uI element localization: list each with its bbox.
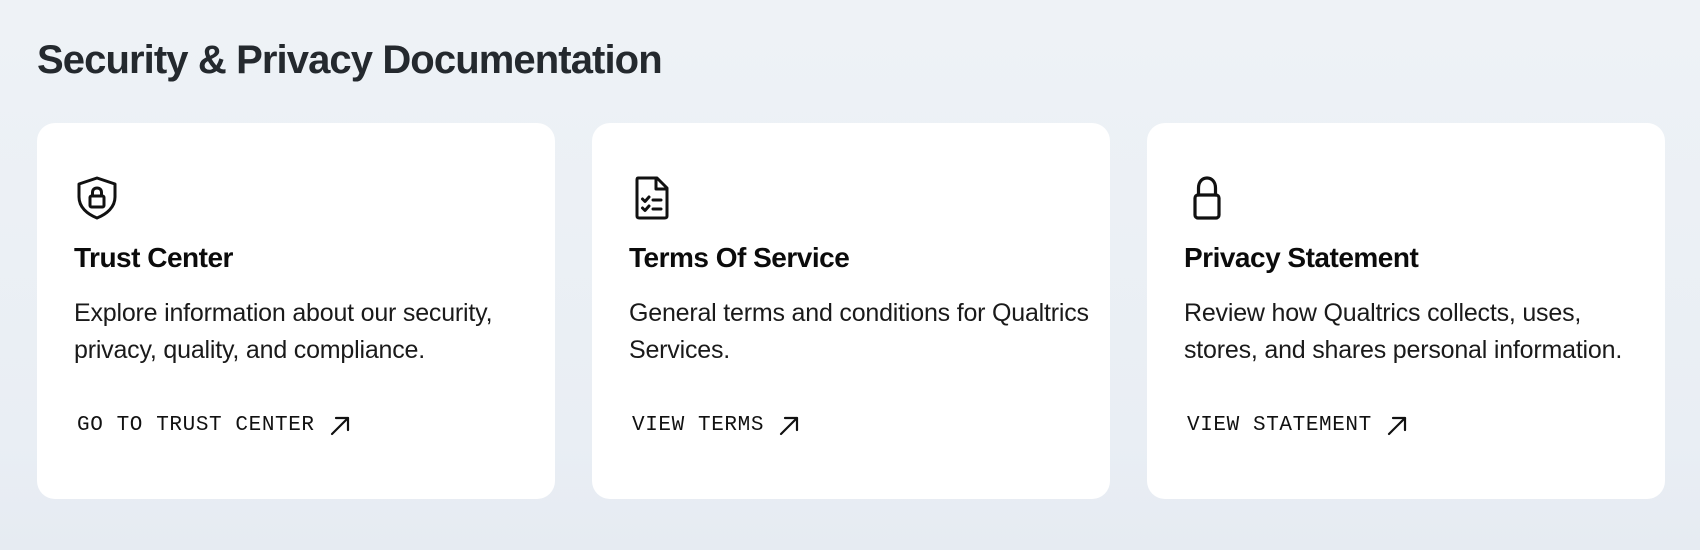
view-terms-link[interactable]: VIEW TERMS xyxy=(632,414,800,437)
card-privacy-statement: Privacy Statement Review how Qualtrics c… xyxy=(1147,123,1665,499)
document-checklist-icon xyxy=(630,175,674,221)
section-title: Security & Privacy Documentation xyxy=(37,38,663,82)
card-trust-center: Trust Center Explore information about o… xyxy=(37,123,555,499)
view-statement-link[interactable]: VIEW STATEMENT xyxy=(1187,414,1408,437)
card-link-label: GO TO TRUST CENTER xyxy=(77,414,315,437)
card-link-label: VIEW STATEMENT xyxy=(1187,414,1372,437)
card-description: General terms and conditions for Qualtri… xyxy=(629,299,1089,364)
card-title: Trust Center xyxy=(74,242,233,273)
card-title: Privacy Statement xyxy=(1184,242,1419,273)
card-terms-of-service: Terms Of Service General terms and condi… xyxy=(592,123,1110,499)
padlock-icon xyxy=(1185,175,1229,221)
card-list: Trust Center Explore information about o… xyxy=(37,123,1665,499)
arrow-up-right-icon xyxy=(778,415,800,437)
documentation-section: Security & Privacy Documentation Trust C… xyxy=(0,0,1700,550)
arrow-up-right-icon xyxy=(329,415,351,437)
arrow-up-right-icon xyxy=(1386,415,1408,437)
card-description: Explore information about our security, … xyxy=(74,299,493,364)
shield-lock-icon xyxy=(75,175,119,221)
go-to-trust-center-link[interactable]: GO TO TRUST CENTER xyxy=(77,414,351,437)
card-title: Terms Of Service xyxy=(629,242,850,273)
card-link-label: VIEW TERMS xyxy=(632,414,765,437)
card-description: Review how Qualtrics collects, uses, sto… xyxy=(1184,299,1623,364)
